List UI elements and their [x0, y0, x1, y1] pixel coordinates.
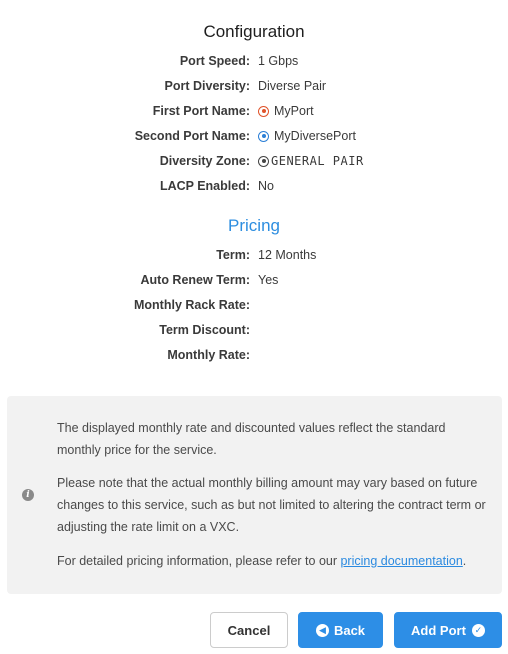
red-dot-icon [258, 105, 269, 117]
config-row-diversity-zone: Diversity Zone: GENERAL PAIR [0, 151, 508, 171]
row-value: 1 Gbps [258, 51, 298, 71]
cancel-label: Cancel [227, 622, 271, 638]
pricing-row-auto-renew: Auto Renew Term: Yes [0, 270, 508, 290]
back-label: Back [333, 622, 366, 638]
add-port-button[interactable]: Add Port ✓ [394, 612, 502, 648]
row-label: Port Diversity: [164, 79, 250, 93]
cancel-button[interactable]: Cancel [210, 612, 288, 648]
config-row-second-port-name: Second Port Name: MyDiversePort [0, 126, 508, 146]
configuration-title: Configuration [203, 22, 305, 41]
row-value: MyPort [258, 101, 314, 121]
config-row-lacp-enabled: LACP Enabled: No [0, 176, 508, 196]
pricing-info-box: i The displayed monthly rate and discoun… [7, 396, 502, 594]
docs-period: . [462, 554, 467, 568]
pricing-documentation-link[interactable]: pricing documentation [340, 554, 462, 568]
info-icon: i [22, 489, 34, 501]
blue-dot-icon [258, 130, 269, 142]
port-speed-value: 1 Gbps [258, 54, 299, 68]
row-value: No [258, 176, 274, 196]
row-label: Port Speed: [179, 54, 250, 68]
diversity-zone-value: GENERAL PAIR [271, 154, 364, 168]
row-value: Diverse Pair [258, 76, 326, 96]
check-circle-icon: ✓ [471, 623, 485, 637]
info-paragraph-rate: The displayed monthly rate and discounte… [57, 421, 446, 457]
row-label: Monthly Rack Rate: [134, 298, 250, 312]
row-label: Diversity Zone: [159, 154, 250, 168]
docs-text: For detailed pricing information, please… [57, 554, 341, 568]
pricing-title: Pricing [228, 216, 280, 235]
row-label: Term Discount: [159, 323, 250, 337]
row-value: Yes [258, 273, 279, 287]
port-diversity-value: Diverse Pair [258, 79, 327, 93]
row-label: LACP Enabled: [159, 179, 250, 193]
row-label: Monthly Rate: [167, 348, 250, 362]
config-row-port-diversity: Port Diversity: Diverse Pair [0, 76, 508, 96]
pricing-row-monthly-rack-rate: Monthly Rack Rate: [0, 295, 508, 315]
config-row-first-port-name: First Port Name: MyPort [0, 101, 508, 121]
row-value: 12 Months [258, 248, 317, 262]
add-port-label: Add Port [411, 622, 466, 638]
config-row-port-speed: Port Speed: 1 Gbps [0, 51, 508, 71]
grey-dot-icon [258, 155, 269, 167]
info-paragraph-billing: Please note that the actual monthly bill… [57, 476, 486, 534]
row-label: Second Port Name: [134, 129, 250, 143]
row-label: First Port Name: [152, 104, 250, 118]
pricing-row-term: Term: 12 Months [0, 245, 508, 265]
lacp-enabled-value: No [258, 179, 274, 193]
arrow-left-circle-icon: ◀ [315, 623, 329, 637]
back-button[interactable]: ◀ Back [298, 612, 383, 648]
pricing-row-monthly-rate: Monthly Rate: [0, 345, 508, 365]
row-value: MyDiversePort [258, 126, 356, 146]
second-port-name-value: MyDiversePort [274, 129, 356, 143]
pricing-row-term-discount: Term Discount: [0, 320, 508, 340]
first-port-name-value: MyPort [274, 104, 314, 118]
row-value: GENERAL PAIR [258, 151, 364, 171]
row-label: Auto Renew Term: [140, 273, 251, 287]
row-label: Term: [216, 248, 250, 262]
info-paragraph-docs: For detailed pricing information, please… [57, 550, 489, 572]
